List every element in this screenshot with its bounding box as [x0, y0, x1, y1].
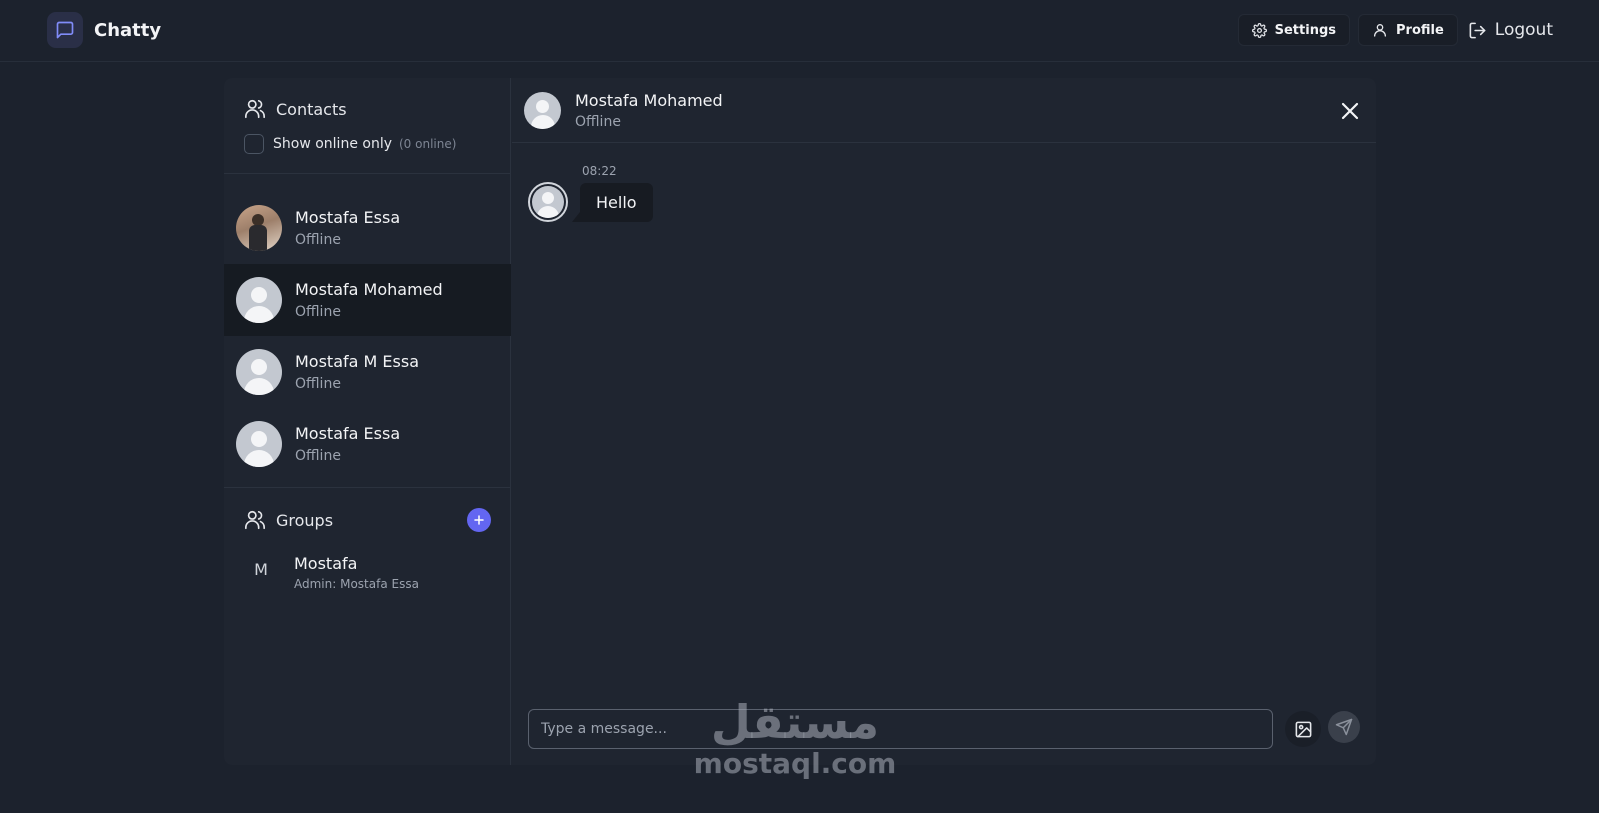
divider — [224, 487, 511, 488]
close-icon — [1341, 102, 1359, 120]
send-icon — [1335, 718, 1353, 736]
app-name: Chatty — [94, 19, 162, 41]
contact-status: Offline — [295, 448, 341, 464]
top-bar: Chatty Settings Profile Logout — [0, 0, 1599, 62]
close-chat-button[interactable] — [1338, 99, 1362, 123]
chat-window: Mostafa Mohamed Offline 08:22 Hello — [512, 78, 1376, 765]
group-name: Mostafa — [294, 554, 358, 573]
avatar — [528, 182, 568, 222]
message-time: 08:22 — [582, 164, 617, 178]
avatar — [524, 91, 561, 129]
contact-item[interactable]: Mostafa Essa Offline — [224, 192, 511, 264]
profile-button[interactable]: Profile — [1358, 14, 1458, 46]
contact-item[interactable]: Mostafa Mohamed Offline — [224, 264, 511, 336]
online-only-checkbox[interactable] — [244, 134, 264, 154]
avatar — [236, 349, 282, 395]
contact-list: Mostafa Essa Offline Mostafa Mohamed Off… — [224, 192, 511, 480]
group-initial: M — [254, 560, 268, 579]
chat-contact-name: Mostafa Mohamed — [575, 90, 723, 110]
profile-label: Profile — [1396, 22, 1444, 38]
online-count: (0 online) — [399, 137, 457, 151]
groups-header: Groups — [244, 508, 491, 532]
avatar — [236, 421, 282, 467]
attach-image-button[interactable] — [1285, 711, 1321, 747]
contacts-header: Contacts Show online only (0 online) — [244, 98, 456, 154]
message-bubble: Hello — [572, 183, 653, 222]
group-item[interactable]: M Mostafa Admin: Mostafa Essa — [250, 554, 419, 591]
gear-icon — [1251, 22, 1267, 38]
contact-name: Mostafa Mohamed — [295, 280, 443, 299]
sidebar: Contacts Show online only (0 online) Mos… — [224, 78, 511, 765]
user-icon — [1374, 24, 1386, 37]
logout-button[interactable]: Logout — [1468, 20, 1553, 40]
message-composer — [528, 709, 1360, 749]
contact-status: Offline — [295, 232, 341, 248]
add-group-button[interactable] — [467, 508, 491, 532]
contact-name: Mostafa M Essa — [295, 352, 420, 371]
contact-item[interactable]: Mostafa M Essa Offline — [224, 336, 511, 408]
image-icon — [1295, 721, 1311, 737]
message-input[interactable] — [528, 709, 1273, 749]
settings-label: Settings — [1274, 22, 1336, 38]
avatar — [236, 277, 282, 323]
users-icon — [245, 510, 265, 530]
contact-status: Offline — [295, 304, 341, 320]
contact-status: Offline — [295, 376, 341, 392]
contacts-title: Contacts — [276, 99, 347, 119]
users-icon — [245, 99, 265, 119]
group-admin: Admin: Mostafa Essa — [294, 577, 419, 591]
contact-name: Mostafa Essa — [295, 208, 401, 227]
send-button[interactable] — [1328, 711, 1360, 743]
contact-item[interactable]: Mostafa Essa Offline — [224, 408, 511, 480]
groups-title: Groups — [276, 510, 334, 530]
settings-button[interactable]: Settings — [1237, 14, 1350, 46]
divider — [224, 173, 511, 174]
chat-header: Mostafa Mohamed Offline — [512, 78, 1376, 143]
contact-name: Mostafa Essa — [295, 424, 401, 443]
logout-icon — [1469, 22, 1486, 38]
logout-label: Logout — [1494, 20, 1553, 40]
brand[interactable]: Chatty — [47, 12, 161, 48]
online-only-label[interactable]: Show online only — [273, 136, 392, 152]
top-nav: Settings Profile Logout — [1230, 14, 1553, 46]
chat-contact-status: Offline — [575, 113, 621, 130]
message-square-icon — [47, 12, 83, 48]
avatar — [236, 205, 282, 251]
plus-icon — [474, 515, 484, 525]
chat-panel: Contacts Show online only (0 online) Mos… — [224, 78, 1376, 765]
